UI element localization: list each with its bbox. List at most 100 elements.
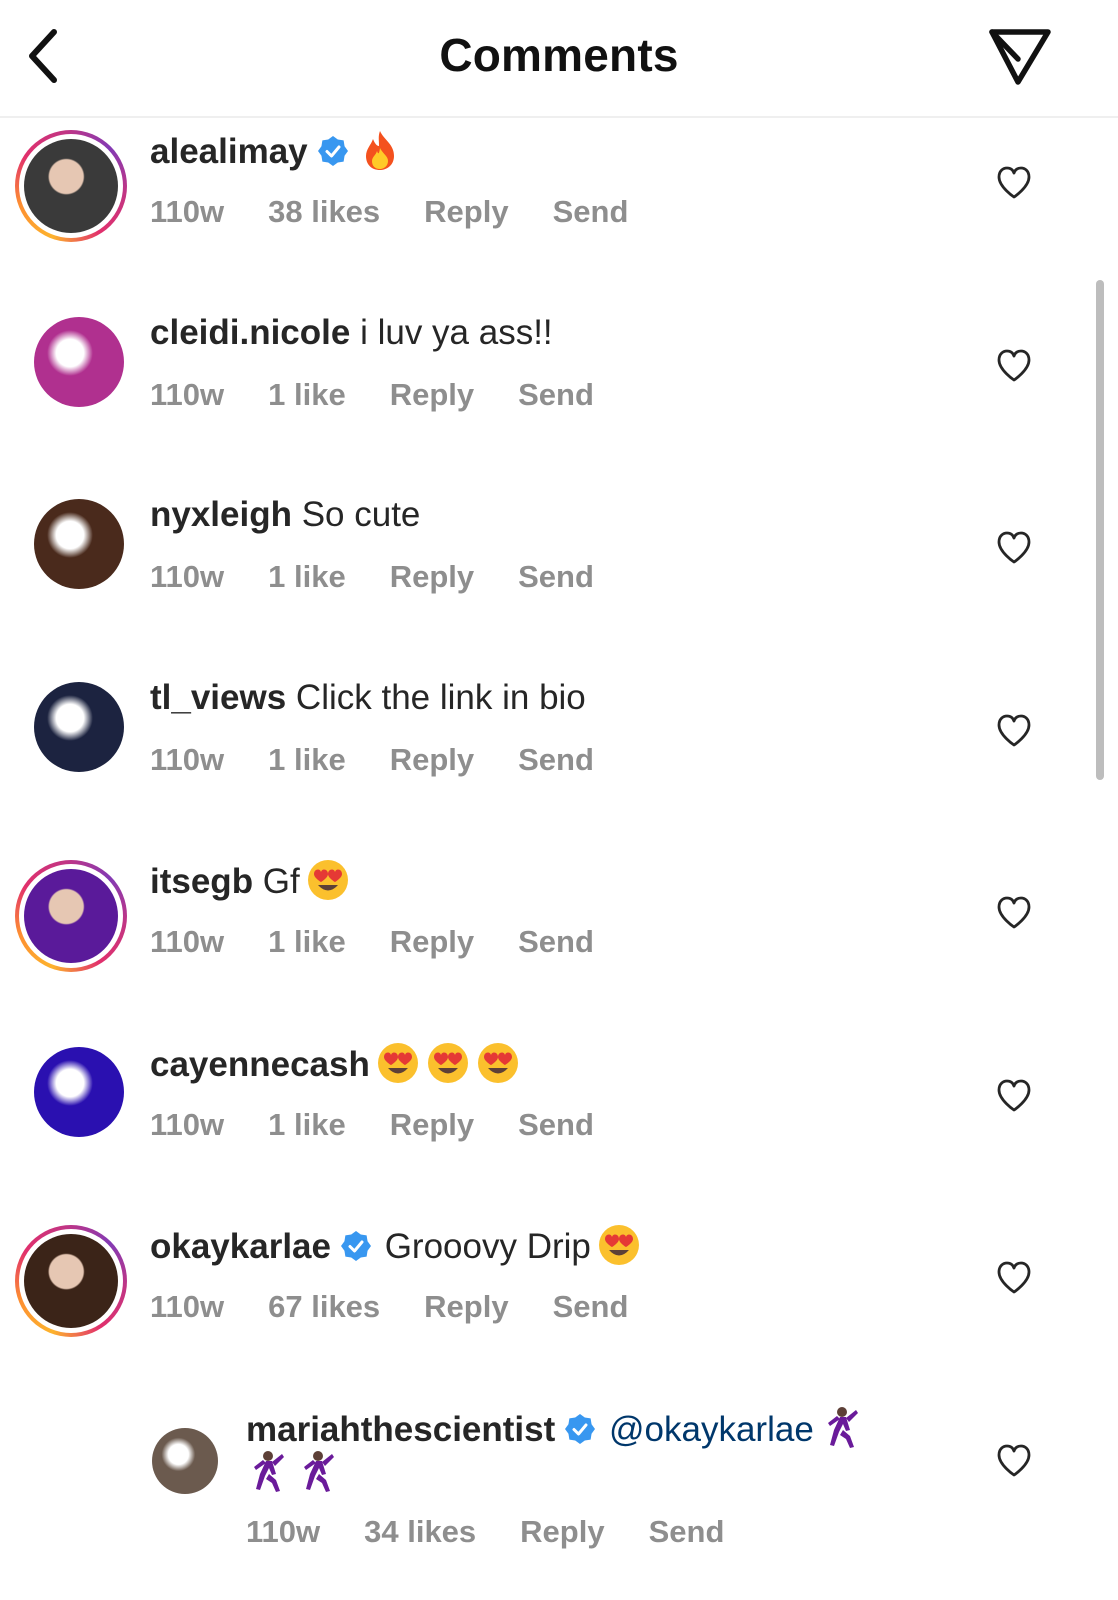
comment-body: Grooovy Drip bbox=[374, 1227, 591, 1266]
comment-item: nyxleigh So cute 110w 1 like Reply Send bbox=[0, 485, 1118, 668]
comment-username[interactable]: tl_views bbox=[150, 678, 286, 717]
send-button[interactable]: Send bbox=[649, 1514, 725, 1549]
reply-text-continued bbox=[240, 1450, 340, 1496]
share-button[interactable] bbox=[988, 26, 1052, 86]
send-button[interactable]: Send bbox=[518, 924, 594, 959]
like-heart-icon[interactable] bbox=[996, 166, 1032, 200]
comment-item: itsegb Gf 110w 1 like Reply Send bbox=[0, 850, 1118, 1033]
avatar[interactable] bbox=[34, 499, 124, 589]
comment-text: okaykarlae Grooovy Drip bbox=[150, 1223, 641, 1269]
avatar-ring-gap bbox=[19, 864, 123, 968]
reply-item: mariahthescientist @okaykarlae 110w 34 lik… bbox=[0, 1398, 1118, 1588]
comment-text: tl_views Click the link in bio bbox=[150, 676, 586, 720]
heart-eyes-emoji-icon bbox=[598, 1225, 639, 1265]
avatar-ring-gap bbox=[19, 1229, 123, 1333]
avatar[interactable] bbox=[152, 1427, 218, 1494]
reply-button[interactable]: Reply bbox=[390, 742, 474, 777]
comment-text: alealimay bbox=[150, 128, 402, 174]
avatar[interactable] bbox=[15, 860, 127, 972]
heart-eyes-emoji-icon bbox=[477, 1042, 518, 1083]
like-heart-icon[interactable] bbox=[996, 1444, 1032, 1478]
comment-text: itsegb Gf bbox=[150, 858, 350, 904]
comment-meta: 110w 1 like Reply Send bbox=[150, 559, 638, 595]
reply-text: mariahthescientist @okaykarlae bbox=[246, 1406, 864, 1452]
comment-age: 110w bbox=[150, 1289, 225, 1324]
like-heart-icon[interactable] bbox=[996, 531, 1032, 565]
page-title: Comments bbox=[439, 29, 679, 81]
reply-button[interactable]: Reply bbox=[390, 1107, 474, 1142]
avatar[interactable] bbox=[34, 681, 124, 772]
reply-button[interactable]: Reply bbox=[520, 1514, 604, 1549]
reply-button[interactable]: Reply bbox=[390, 924, 474, 959]
comment-item: okaykarlae Grooovy Drip 110w 67 likes Reply… bbox=[0, 1215, 1118, 1398]
avatar[interactable] bbox=[15, 130, 127, 242]
comment-username[interactable]: okaykarlae bbox=[150, 1227, 331, 1266]
avatar-photo bbox=[24, 1234, 118, 1328]
comment-meta: 110w 38 likes Reply Send bbox=[150, 194, 672, 230]
avatar-ring-gap bbox=[19, 134, 123, 238]
comment-body: Click the link in bio bbox=[286, 677, 586, 717]
comment-username[interactable]: nyxleigh bbox=[150, 495, 292, 534]
like-count[interactable]: 1 like bbox=[268, 924, 346, 959]
reply-username[interactable]: mariahthescientist bbox=[246, 1410, 555, 1449]
avatar-photo bbox=[24, 139, 118, 233]
comment-username[interactable]: cleidi.nicole bbox=[150, 313, 350, 352]
paper-plane-icon bbox=[989, 29, 1051, 85]
like-count[interactable]: 38 likes bbox=[268, 194, 380, 229]
reply-button[interactable]: Reply bbox=[424, 1289, 508, 1324]
like-count[interactable]: 1 like bbox=[268, 742, 346, 777]
avatar-photo bbox=[24, 869, 118, 963]
comment-item: tl_views Click the link in bio 110w 1 like… bbox=[0, 668, 1118, 851]
comment-text: cayennecash bbox=[150, 1041, 520, 1087]
man-dancing-emoji-icon bbox=[827, 1406, 858, 1448]
send-button[interactable]: Send bbox=[518, 742, 594, 777]
heart-eyes-emoji-icon bbox=[307, 860, 348, 900]
like-heart-icon[interactable] bbox=[996, 1261, 1032, 1295]
reply-button[interactable]: Reply bbox=[390, 559, 474, 594]
man-dancing-emoji-icon bbox=[254, 1450, 284, 1492]
comment-body: Gf bbox=[253, 862, 300, 901]
send-button[interactable]: Send bbox=[518, 1107, 594, 1142]
comment-age: 110w bbox=[150, 559, 225, 594]
reply-button[interactable]: Reply bbox=[424, 194, 508, 229]
send-button[interactable]: Send bbox=[518, 559, 594, 594]
comment-meta: 110w 1 like Reply Send bbox=[150, 742, 638, 778]
like-count[interactable]: 67 likes bbox=[268, 1289, 380, 1324]
comment-item: alealimay 110w 38 likes Reply Send bbox=[0, 120, 1118, 303]
verified-badge-icon bbox=[565, 1413, 596, 1444]
send-button[interactable]: Send bbox=[518, 377, 594, 412]
comment-username[interactable]: alealimay bbox=[150, 132, 308, 171]
avatar[interactable] bbox=[34, 316, 124, 407]
comment-username[interactable]: itsegb bbox=[150, 862, 253, 901]
like-heart-icon[interactable] bbox=[996, 1079, 1032, 1113]
comment-age: 110w bbox=[150, 376, 225, 412]
avatar[interactable] bbox=[34, 1046, 124, 1137]
like-heart-icon[interactable] bbox=[996, 714, 1032, 748]
comment-meta: 110w 67 likes Reply Send bbox=[150, 1289, 672, 1325]
like-count[interactable]: 1 like bbox=[268, 559, 346, 594]
avatar[interactable] bbox=[15, 1225, 127, 1337]
verified-badge-icon bbox=[340, 1231, 371, 1261]
like-count[interactable]: 1 like bbox=[268, 1107, 346, 1142]
heart-eyes-emoji-icon bbox=[377, 1042, 418, 1083]
send-button[interactable]: Send bbox=[553, 194, 629, 229]
comment-body: So cute bbox=[291, 495, 421, 534]
comment-age: 110w bbox=[246, 1513, 321, 1549]
comment-item: cleidi.nicole i luv ya ass!! 110w 1 like Re… bbox=[0, 303, 1118, 486]
mention-link[interactable]: @okaykarlae bbox=[599, 1410, 814, 1449]
like-heart-icon[interactable] bbox=[996, 896, 1032, 930]
scrollbar[interactable] bbox=[1096, 280, 1104, 780]
send-button[interactable]: Send bbox=[553, 1289, 629, 1324]
comment-username[interactable]: cayennecash bbox=[150, 1045, 370, 1084]
comment-text: nyxleigh So cute bbox=[150, 493, 420, 537]
comment-age: 110w bbox=[150, 924, 225, 959]
like-count[interactable]: 1 like bbox=[268, 377, 346, 412]
like-heart-icon[interactable] bbox=[996, 349, 1032, 383]
comment-meta: 110w 1 like Reply Send bbox=[150, 377, 638, 413]
like-count[interactable]: 34 likes bbox=[364, 1514, 476, 1549]
reply-button[interactable]: Reply bbox=[390, 377, 474, 412]
comment-meta: 110w 1 like Reply Send bbox=[150, 1107, 638, 1143]
fire-emoji-icon bbox=[365, 131, 394, 170]
comment-body: i luv ya ass!! bbox=[350, 312, 553, 352]
comment-age: 110w bbox=[150, 1106, 225, 1142]
